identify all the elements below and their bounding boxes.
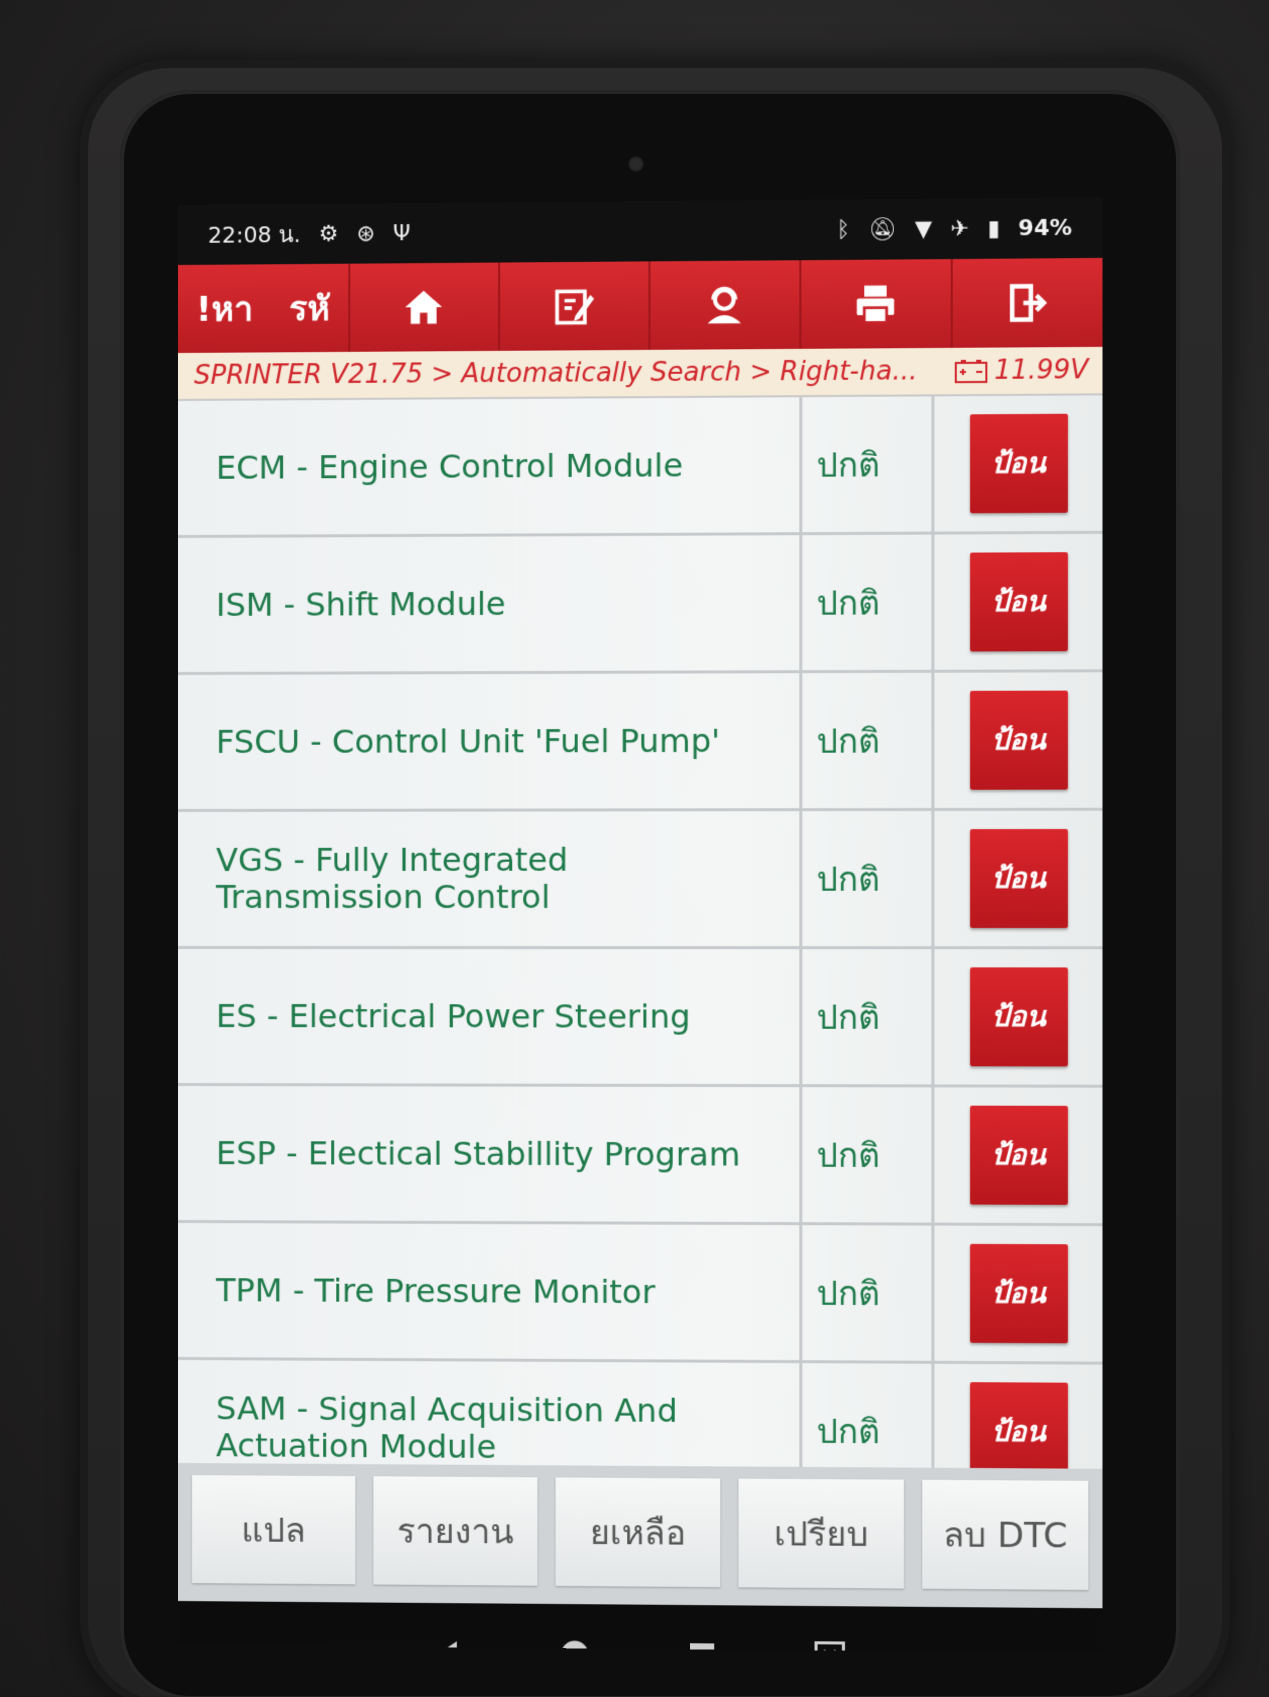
enter-button[interactable]: ป้อน	[969, 690, 1068, 790]
module-name: VGS - Fully Integrated Transmission Cont…	[178, 811, 803, 947]
battery-icon: ▮	[987, 215, 1000, 242]
report-button[interactable]: รายงาน	[373, 1476, 538, 1586]
enter-button[interactable]: ป้อน	[969, 967, 1068, 1067]
module-status: ปกติ	[802, 1363, 935, 1469]
search-button[interactable]: !หา	[178, 264, 271, 353]
home-button[interactable]	[348, 262, 498, 352]
bottom-action-bar: แปล รายงาน ยเหลือ เปรียบ ลบ DTC	[178, 1463, 1103, 1609]
module-action-cell: ป้อน	[934, 811, 1102, 946]
module-action-cell: ป้อน	[934, 1226, 1102, 1362]
enter-button[interactable]: ป้อน	[969, 829, 1068, 929]
module-action-cell: ป้อน	[934, 534, 1102, 670]
module-name: TPM - Tire Pressure Monitor	[178, 1223, 803, 1361]
module-name: FSCU - Control Unit 'Fuel Pump'	[178, 673, 803, 809]
battery-voltage-icon	[954, 358, 989, 384]
voltage-readout: 11.99V	[954, 355, 1089, 386]
edit-report-button[interactable]	[497, 261, 649, 351]
enter-button[interactable]: ป้อน	[969, 552, 1068, 652]
module-status: ปกติ	[802, 1087, 935, 1223]
module-status: ปกติ	[802, 1225, 935, 1361]
table-row: ESP - Electical Stabillity Program ปกติ …	[178, 1086, 1103, 1227]
module-status: ปกติ	[802, 396, 935, 533]
module-name: ECM - Engine Control Module	[178, 397, 803, 535]
table-row: ISM - Shift Module ปกติ ป้อน	[178, 533, 1103, 675]
gear-icon: ⚙	[318, 221, 339, 247]
system-nav-bar	[178, 1601, 1103, 1653]
airplane-icon: ✈	[950, 216, 970, 242]
support-person-icon	[702, 283, 747, 324]
module-action-cell: ป้อน	[934, 949, 1102, 1084]
module-status: ปกติ	[802, 949, 935, 1085]
wifi-icon: ▼	[914, 216, 933, 242]
enter-button[interactable]: ป้อน	[969, 1243, 1068, 1344]
battery-level: 94%	[1018, 215, 1073, 241]
module-name: SAM - Signal Acquisition And Actuation M…	[178, 1360, 803, 1469]
voltage-value: 11.99V	[994, 355, 1089, 386]
support-button[interactable]	[648, 260, 800, 350]
edit-report-icon	[552, 284, 595, 329]
table-row: ECM - Engine Control Module ปกติ ป้อน	[178, 395, 1103, 538]
module-status: ปกติ	[802, 811, 935, 947]
module-action-cell: ป้อน	[934, 672, 1102, 808]
status-bar: 22:08 น. ⚙ ⊛ Ψ ᛒ 🔕︎ ▼ ✈ ▮ 94%	[178, 197, 1103, 265]
clear-dtc-button[interactable]: ลบ DTC	[922, 1479, 1089, 1590]
module-status: ปกติ	[802, 672, 935, 809]
exit-icon	[1005, 281, 1050, 326]
table-row: SAM - Signal Acquisition And Actuation M…	[178, 1360, 1103, 1469]
code-button[interactable]: รหั	[271, 264, 348, 353]
mute-icon: 🔕︎	[868, 216, 897, 243]
module-name: ES - Electrical Power Steering	[178, 949, 803, 1085]
print-icon	[857, 285, 895, 327]
table-row: ES - Electrical Power Steering ปกติ ป้อน	[178, 949, 1103, 1088]
print-button[interactable]	[799, 259, 951, 349]
module-action-cell: ป้อน	[934, 1087, 1102, 1223]
front-camera	[628, 156, 644, 172]
compare-button[interactable]: เปรียบ	[738, 1478, 904, 1589]
table-row: VGS - Fully Integrated Transmission Cont…	[178, 810, 1103, 950]
status-left: 22:08 น. ⚙ ⊛ Ψ	[208, 216, 411, 253]
enter-button[interactable]: ป้อน	[969, 1105, 1068, 1205]
bluetooth-icon: ᛒ	[836, 217, 850, 243]
status-right: ᛒ 🔕︎ ▼ ✈ ▮ 94%	[837, 215, 1072, 242]
module-status: ปกติ	[802, 534, 935, 671]
main-toolbar: !หา รหั	[178, 257, 1103, 353]
module-action-cell: ป้อน	[934, 1364, 1102, 1469]
breadcrumb-path: SPRINTER V21.75 > Automatically Search >…	[193, 356, 918, 391]
module-name: ISM - Shift Module	[178, 535, 803, 672]
module-name: ESP - Electical Stabillity Program	[178, 1086, 803, 1223]
breadcrumb: SPRINTER V21.75 > Automatically Search >…	[178, 346, 1103, 401]
module-action-cell: ป้อน	[934, 395, 1102, 531]
table-row: TPM - Tire Pressure Monitor ปกติ ป้อน	[178, 1223, 1103, 1365]
accessibility-icon: ⊛	[356, 220, 376, 247]
translate-button[interactable]: แปล	[191, 1475, 356, 1585]
tablet-screen: 22:08 น. ⚙ ⊛ Ψ ᛒ 🔕︎ ▼ ✈ ▮ 94% !หา รหั SP…	[178, 197, 1103, 1653]
enter-button[interactable]: ป้อน	[969, 413, 1068, 514]
enter-button[interactable]: ป้อน	[969, 1382, 1068, 1469]
module-list: ECM - Engine Control Module ปกติ ป้อน IS…	[178, 395, 1103, 1469]
exit-button[interactable]	[950, 257, 1103, 348]
home-icon	[405, 290, 443, 324]
help-button[interactable]: ยเหลือ	[555, 1477, 721, 1588]
status-time: 22:08 น.	[208, 222, 301, 249]
table-row: FSCU - Control Unit 'Fuel Pump' ปกติ ป้อ…	[178, 672, 1103, 812]
usb-icon: Ψ	[393, 220, 411, 246]
